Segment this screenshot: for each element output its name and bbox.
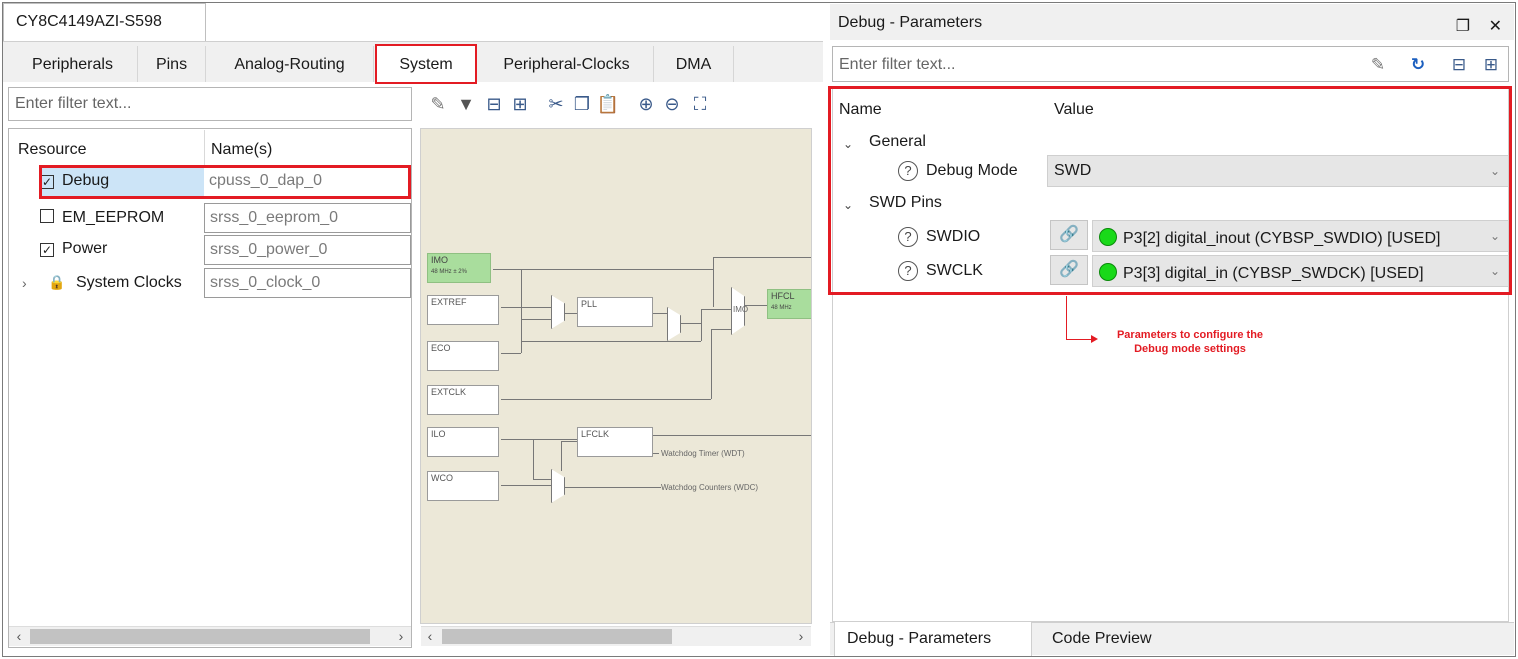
zoom-fit-icon[interactable]: ⛶	[688, 92, 712, 116]
wire	[681, 323, 701, 324]
wire	[561, 441, 562, 471]
close-icon[interactable]: ✕	[1489, 18, 1502, 35]
column-header-resource[interactable]: Resource	[18, 141, 86, 159]
mux-shape	[551, 295, 565, 329]
resource-label: EM_EEPROM	[62, 209, 165, 226]
collapse-all-icon[interactable]: ⊟	[482, 92, 506, 116]
tab-system[interactable]: System	[375, 44, 477, 84]
tab-dma[interactable]: DMA	[654, 46, 734, 82]
wdc-label: Watchdog Counters (WDC)	[661, 483, 759, 492]
extref-block[interactable]: EXTREF	[427, 295, 499, 325]
checkbox-checked-icon[interactable]: ✓	[40, 243, 54, 257]
scroll-left-icon[interactable]: ‹	[11, 626, 27, 646]
annotation-line	[1066, 339, 1094, 340]
highlight-debug-row	[39, 165, 411, 199]
wire	[713, 257, 714, 307]
wire	[521, 341, 701, 342]
wire	[653, 453, 659, 454]
tree-row-em-eeprom[interactable]: EM_EEPROM	[40, 208, 164, 238]
annotation-text: Parameters to configure the Debug mode s…	[1116, 329, 1264, 355]
float-window-icon[interactable]: ❐	[1456, 18, 1470, 35]
wire	[501, 399, 711, 400]
wire	[745, 305, 767, 306]
lock-checkbox-icon[interactable]: 🔒	[48, 274, 66, 292]
wire	[701, 309, 731, 310]
wire	[701, 309, 702, 341]
wire	[521, 319, 551, 320]
wire	[501, 485, 551, 486]
wire	[653, 435, 811, 436]
tab-code-preview[interactable]: Code Preview	[1040, 622, 1190, 656]
cut-icon[interactable]: ✂	[544, 92, 568, 116]
zoom-in-icon[interactable]: ⊕	[634, 92, 658, 116]
collapse-all-icon[interactable]: ⊟	[1448, 54, 1470, 76]
wire	[501, 353, 521, 354]
paste-icon[interactable]: 📋	[596, 92, 620, 116]
diagram-scroll-thumb[interactable]	[442, 629, 672, 644]
wire	[493, 269, 713, 270]
imo-block[interactable]: IMO 48 MHz ± 2%	[427, 253, 491, 283]
hfclk-block[interactable]: HFCL 48 MHz	[767, 289, 811, 319]
mux-shape	[551, 469, 565, 503]
annotation-line	[1066, 296, 1067, 340]
tab-analog-routing[interactable]: Analog-Routing	[206, 46, 374, 82]
device-tab[interactable]: CY8C4149AZI-S598	[3, 3, 206, 41]
wire	[565, 313, 577, 314]
column-divider[interactable]	[204, 130, 205, 166]
pll-block[interactable]: PLL	[577, 297, 653, 327]
wire	[653, 313, 667, 314]
wire	[711, 329, 712, 399]
copy-icon[interactable]: ❐	[570, 92, 594, 116]
wire	[711, 329, 731, 330]
resource-label: Power	[62, 240, 108, 257]
checkbox-unchecked-icon[interactable]	[40, 209, 54, 223]
resource-label: System Clocks	[76, 274, 182, 291]
imo-mux-label: IMO	[733, 305, 749, 314]
tab-peripherals[interactable]: Peripherals	[8, 46, 138, 82]
tab-pins[interactable]: Pins	[138, 46, 206, 82]
eco-block[interactable]: ECO	[427, 341, 499, 371]
wire	[713, 257, 811, 258]
tab-peripheral-clocks[interactable]: Peripheral-Clocks	[480, 46, 654, 82]
name-cell-power[interactable]: srss_0_power_0	[204, 235, 411, 265]
wire	[533, 479, 551, 480]
clock-diagram: IMO 48 MHz ± 2% EXTREF ECO EXTCLK ILO WCO…	[420, 128, 812, 624]
mux-shape	[667, 307, 681, 341]
tree-row-system-clocks[interactable]: 🔒 System Clocks	[48, 274, 182, 304]
expand-all-icon[interactable]: ⊞	[508, 92, 532, 116]
expand-all-icon[interactable]: ⊞	[1480, 54, 1502, 76]
tab-debug-parameters[interactable]: Debug - Parameters	[834, 622, 1032, 656]
panel-title-text: Debug - Parameters	[838, 14, 983, 31]
scroll-right-icon[interactable]: ›	[793, 626, 809, 646]
zoom-out-icon[interactable]: ⊖	[660, 92, 684, 116]
extclk-block[interactable]: EXTCLK	[427, 385, 499, 415]
refresh-icon[interactable]: ↻	[1407, 54, 1429, 76]
wire	[501, 307, 551, 308]
panel-title: Debug - Parameters ❐ ✕	[830, 4, 1514, 40]
tree-row-power[interactable]: ✓ Power	[40, 240, 107, 270]
expand-chevron-icon[interactable]: ›	[22, 275, 27, 291]
wire	[561, 441, 577, 442]
column-header-names[interactable]: Name(s)	[211, 141, 272, 159]
wire	[533, 439, 534, 479]
wire	[565, 487, 661, 488]
filter-icon[interactable]: ▼	[454, 92, 478, 116]
wire	[501, 439, 577, 440]
eraser-icon[interactable]: ✎	[1367, 54, 1389, 76]
annotation-arrow-icon	[1091, 335, 1098, 343]
wdt-label: Watchdog Timer (WDT)	[661, 449, 745, 458]
highlight-parameters	[828, 86, 1512, 295]
eraser-icon[interactable]: ✎	[426, 92, 450, 116]
name-cell-system-clocks[interactable]: srss_0_clock_0	[204, 268, 411, 298]
resource-scroll-thumb[interactable]	[30, 629, 370, 644]
name-cell-em-eeprom[interactable]: srss_0_eeprom_0	[204, 203, 411, 233]
wco-block[interactable]: WCO	[427, 471, 499, 501]
scroll-right-icon[interactable]: ›	[393, 626, 409, 646]
scroll-left-icon[interactable]: ‹	[422, 626, 438, 646]
resource-filter-input[interactable]: Enter filter text...	[8, 87, 412, 121]
lfclk-block[interactable]: LFCLK	[577, 427, 653, 457]
ilo-block[interactable]: ILO	[427, 427, 499, 457]
